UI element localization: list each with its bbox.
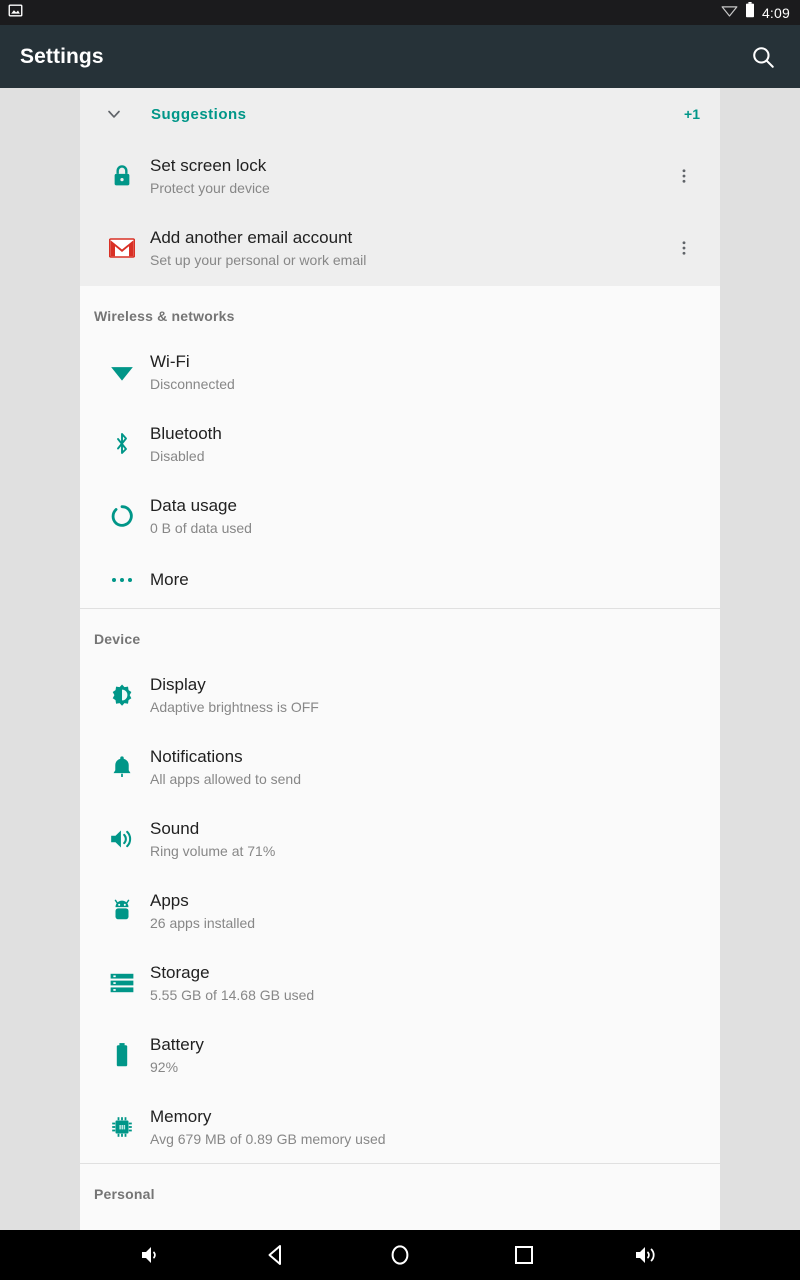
suggestion-set-screen-lock[interactable]: Set screen lock Protect your device [80,140,720,212]
row-subtitle: Disabled [150,447,205,464]
storage-icon [94,972,150,994]
row-title: Wi-Fi [150,351,190,371]
suggestion-subtitle: Set up your personal or work email [150,251,367,268]
volume-up-icon[interactable] [616,1230,680,1280]
settings-row-battery[interactable]: Battery 92% [80,1019,720,1091]
settings-row-bluetooth[interactable]: Bluetooth Disabled [80,408,720,480]
section-personal: Personal [80,1164,720,1214]
row-title: Display [150,674,206,694]
action-bar: Settings [0,25,800,88]
suggestions-card: Suggestions +1 Set screen lock Protect y… [80,88,720,286]
section-header: Wireless & networks [94,308,235,324]
settings-row-more[interactable]: More [80,552,720,608]
navigation-bar [0,1230,800,1280]
row-title: Notifications [150,746,243,766]
battery-icon [745,2,755,23]
page-title: Settings [20,44,104,68]
suggestion-title: Set screen lock [150,155,267,175]
volume-icon [94,827,150,851]
row-title: More [150,570,189,589]
back-icon[interactable] [244,1230,308,1280]
screenshot-icon [8,3,23,23]
row-subtitle: 5.55 GB of 14.68 GB used [150,986,315,1003]
android-settings-screen: 4:09 Settings Suggestions +1 Set screen … [0,0,800,1280]
row-title: Memory [150,1106,212,1126]
battery-full-icon [94,1042,150,1068]
suggestions-title: Suggestions [151,105,247,123]
settings-row-memory[interactable]: Memory Avg 679 MB of 0.89 GB memory used [80,1091,720,1163]
settings-row-storage[interactable]: Storage 5.55 GB of 14.68 GB used [80,947,720,1019]
more-horiz-icon [94,575,150,585]
section-device: Device Display Adaptive brightness is OF… [80,609,720,1164]
row-title: Apps [150,890,189,910]
status-bar-system-icons: 4:09 [721,2,790,23]
section-header: Device [94,631,141,647]
settings-row-display[interactable]: Display Adaptive brightness is OFF [80,659,720,731]
chevron-down-icon[interactable] [94,104,134,124]
section-wireless-networks: Wireless & networks Wi-Fi Disconnected B… [80,286,720,609]
row-title: Battery [150,1034,204,1054]
row-title: Bluetooth [150,423,222,443]
volume-down-icon[interactable] [120,1230,184,1280]
row-subtitle: Adaptive brightness is OFF [150,698,319,715]
row-title: Data usage [150,495,237,515]
gmail-icon [94,237,150,259]
memory-chip-icon [94,1115,150,1139]
wifi-off-icon [721,3,738,22]
suggestion-add-email-account[interactable]: Add another email account Set up your pe… [80,212,720,284]
suggestions-header[interactable]: Suggestions +1 [80,88,720,140]
data-usage-icon [94,503,150,529]
settings-row-notifications[interactable]: Notifications All apps allowed to send [80,731,720,803]
settings-row-sound[interactable]: Sound Ring volume at 71% [80,803,720,875]
recents-icon[interactable] [492,1230,556,1280]
section-header: Personal [94,1186,155,1202]
bluetooth-icon [94,431,150,457]
suggestion-title: Add another email account [150,227,353,247]
search-icon[interactable] [750,44,776,70]
settings-row-data-usage[interactable]: Data usage 0 B of data used [80,480,720,552]
row-subtitle: 0 B of data used [150,519,252,536]
more-vert-icon[interactable] [662,167,706,185]
row-subtitle: Avg 679 MB of 0.89 GB memory used [150,1130,386,1147]
row-subtitle: Disconnected [150,375,235,392]
settings-list[interactable]: Suggestions +1 Set screen lock Protect y… [80,88,720,1230]
lock-icon [94,163,150,189]
bell-icon [94,754,150,780]
wifi-icon [94,361,150,383]
row-subtitle: 26 apps installed [150,914,256,931]
row-subtitle: 92% [150,1058,179,1075]
suggestion-subtitle: Protect your device [150,179,270,196]
home-icon[interactable] [368,1230,432,1280]
row-subtitle: All apps allowed to send [150,770,301,787]
brightness-icon [94,682,150,708]
settings-row-wifi[interactable]: Wi-Fi Disconnected [80,336,720,408]
suggestions-count-badge: +1 [684,106,700,122]
status-bar-clock: 4:09 [761,4,790,21]
row-title: Storage [150,962,210,982]
row-title: Sound [150,818,200,838]
more-vert-icon[interactable] [662,239,706,257]
status-bar-notifications [8,3,23,23]
android-icon [94,898,150,924]
row-subtitle: Ring volume at 71% [150,842,276,859]
status-bar: 4:09 [0,0,800,25]
settings-row-apps[interactable]: Apps 26 apps installed [80,875,720,947]
